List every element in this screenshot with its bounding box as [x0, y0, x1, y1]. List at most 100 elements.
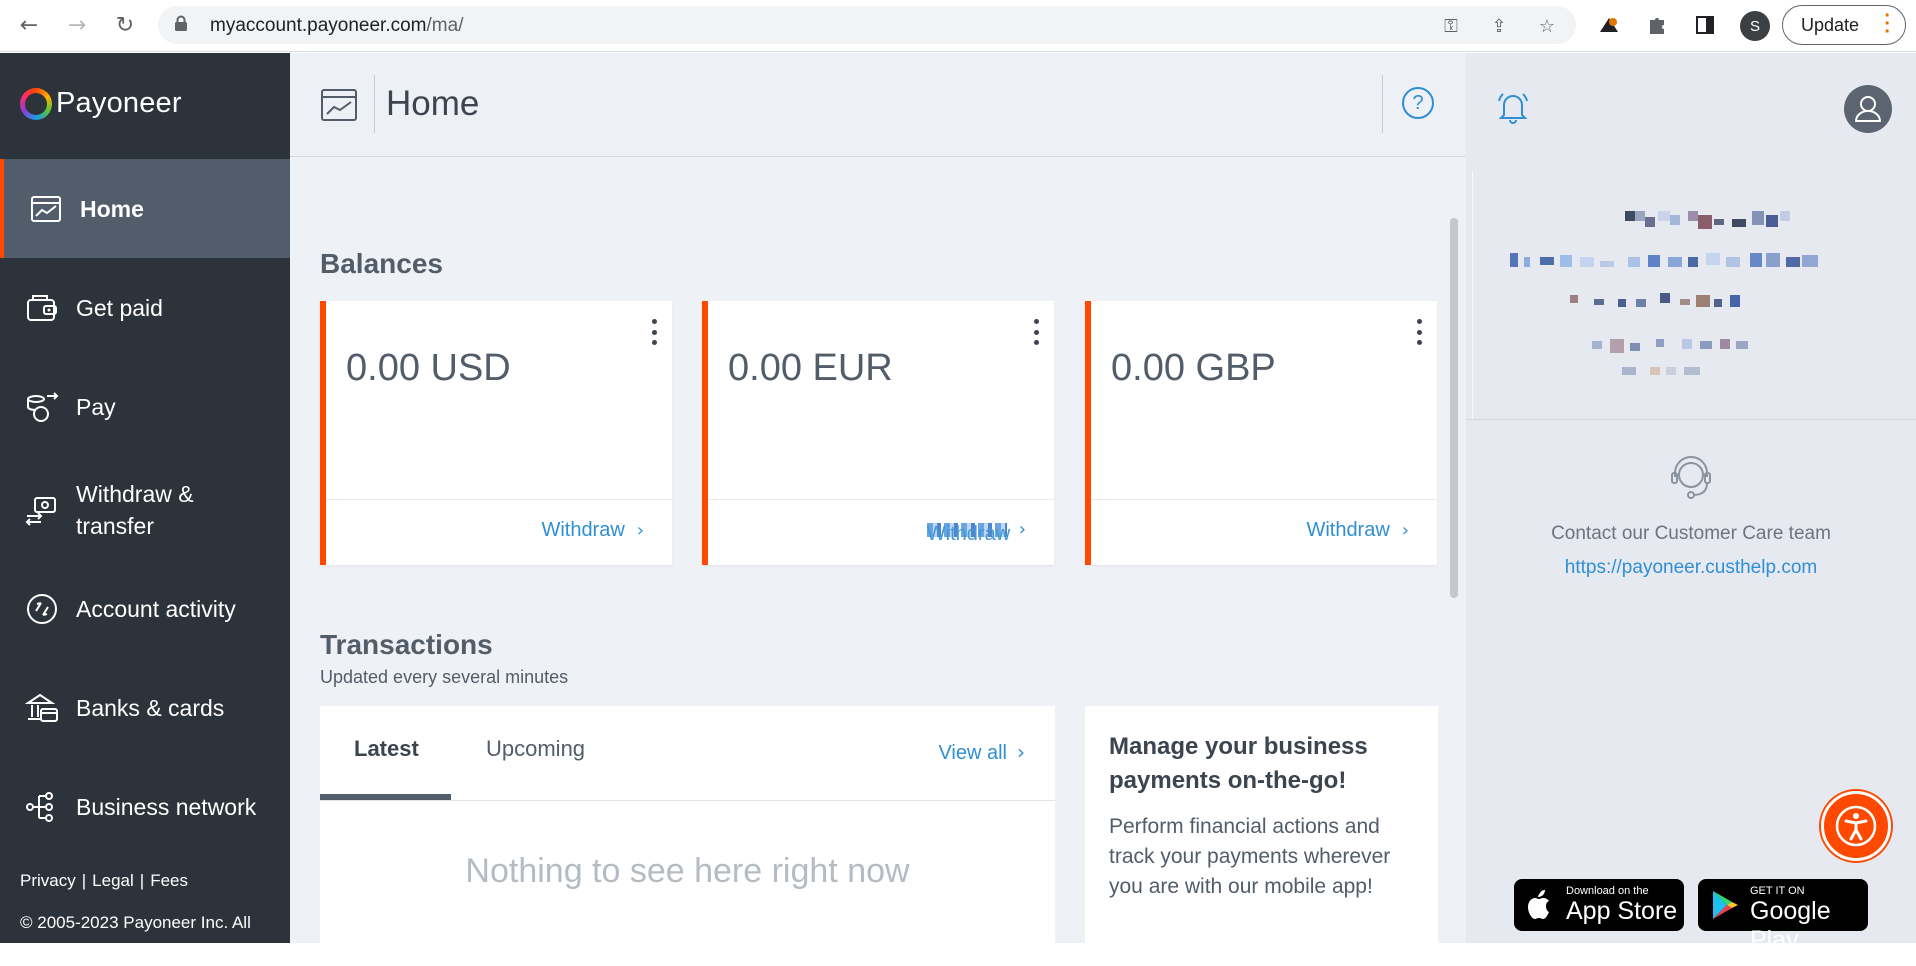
footer-separator: |	[139, 871, 145, 890]
back-icon[interactable]: ←	[14, 10, 44, 40]
help-icon[interactable]: ?	[1402, 87, 1434, 119]
brand-name: Payoneer	[56, 87, 182, 119]
sidebar-item-label: Home	[80, 195, 144, 222]
tab-upcoming[interactable]: Upcoming	[486, 736, 585, 762]
withdraw-link[interactable]: Withdraw ›	[541, 519, 644, 542]
transactions-subtitle: Updated every several minutes	[320, 667, 569, 687]
chevron-right-icon: ›	[1017, 740, 1025, 764]
puzzle-icon[interactable]	[1644, 12, 1670, 38]
main-content: Home ? Balances 0.00 USD Withdraw › 0.00 …	[290, 53, 1466, 966]
url-text: myaccount.payoneer.com/ma/	[210, 15, 463, 37]
promo-title: Manage your business payments on-the-go!	[1109, 733, 1368, 794]
footer-separator: |	[81, 871, 87, 890]
privacy-link[interactable]: Privacy	[20, 871, 76, 890]
empty-state-text: Nothing to see here right now	[465, 852, 910, 890]
notification-bell-icon[interactable]	[1496, 89, 1530, 125]
sidebar-item-label: Business network	[76, 793, 257, 820]
withdraw-link[interactable]: Withdraw ›	[1306, 519, 1409, 542]
footer-links: Privacy | Legal | Fees	[20, 871, 188, 891]
google-play-icon	[1713, 891, 1738, 919]
tab-latest[interactable]: Latest	[354, 736, 419, 762]
withdraw-label: Withdraw	[541, 519, 625, 541]
balance-card-gbp[interactable]: 0.00 GBP Withdraw ›	[1085, 301, 1437, 565]
right-panel: Contact our Customer Care team https://p…	[1466, 53, 1916, 954]
address-bar[interactable]: myaccount.payoneer.com/ma/ ⚿ ⇪ ☆	[158, 6, 1576, 44]
sidebar: Payoneer Home Get paid Pay Withdraw & tr…	[0, 53, 290, 960]
account-info-obscured	[1510, 211, 1818, 375]
balances-title: Balances	[320, 248, 443, 279]
sidebar-item-label: Get paid	[76, 294, 163, 321]
balance-amount: 0.00 EUR	[728, 347, 893, 389]
bank-card-icon	[25, 693, 58, 722]
mobile-app-promo: Manage your business payments on-the-go!…	[1085, 706, 1438, 966]
sidebar-item-pay[interactable]: Pay	[0, 357, 290, 456]
panel-divider	[1466, 419, 1916, 420]
card-divider	[1091, 499, 1437, 500]
home-chart-icon	[321, 89, 357, 121]
accessibility-button[interactable]	[1821, 791, 1891, 861]
transactions-title: Transactions	[320, 629, 493, 660]
browser-toolbar: ← → ↻ myaccount.payoneer.com/ma/ ⚿ ⇪ ☆ S…	[0, 0, 1916, 52]
share-icon[interactable]: ⇪	[1488, 15, 1510, 37]
withdraw-label: Withdraw	[1306, 519, 1390, 541]
sidebar-item-label: Banks & cards	[76, 694, 225, 721]
google-play-small-text: GET IT ON	[1750, 885, 1805, 897]
view-all-label: View all	[938, 742, 1007, 764]
apple-icon	[1528, 890, 1549, 919]
sidebar-item-get-paid[interactable]: Get paid	[0, 258, 290, 357]
sidebar-item-banks-cards[interactable]: Banks & cards	[0, 658, 290, 757]
sidebar-item-business-network[interactable]: Business network	[0, 757, 290, 856]
balance-card-usd[interactable]: 0.00 USD Withdraw ›	[320, 301, 672, 565]
sidebar-item-label: Withdraw &	[76, 481, 194, 507]
forward-icon[interactable]: →	[62, 10, 92, 40]
google-play-button[interactable]: GET IT ON Google Play	[1698, 879, 1868, 954]
sidebar-item-label: Pay	[76, 393, 116, 420]
more-options-icon[interactable]	[652, 319, 658, 345]
balance-amount: 0.00 USD	[346, 347, 511, 389]
extension-icon[interactable]	[1596, 12, 1622, 38]
sidebar-item-home[interactable]: Home	[0, 159, 290, 258]
dashboard-content: Balances 0.00 USD Withdraw › 0.00 EUR Wit…	[290, 158, 1466, 966]
accessibility-icon	[1835, 805, 1877, 847]
promo-body: Perform financial actions and track your…	[1109, 815, 1391, 898]
customer-care-icon	[1671, 456, 1711, 499]
withdraw-link[interactable]: Withdraw ›	[926, 519, 1026, 545]
activity-icon	[27, 593, 57, 624]
chevron-right-icon: ›	[1401, 520, 1409, 541]
header-divider	[1382, 75, 1383, 133]
update-button[interactable]: Update · · ·	[1782, 5, 1906, 45]
user-avatar[interactable]	[1844, 85, 1892, 133]
network-icon	[26, 791, 53, 822]
profile-avatar[interactable]: S	[1740, 11, 1770, 41]
balance-amount: 0.00 GBP	[1111, 347, 1276, 389]
card-divider	[708, 499, 1054, 500]
more-vert-icon: · · ·	[1884, 5, 1891, 43]
chart-icon	[31, 195, 61, 222]
more-options-icon[interactable]	[1034, 319, 1040, 345]
legal-link[interactable]: Legal	[92, 871, 134, 890]
panel-highlight	[1472, 171, 1473, 419]
url-path: /ma/	[426, 15, 464, 36]
lock-icon	[174, 15, 194, 35]
withdraw-label-obscured: Withdraw	[926, 522, 1011, 545]
star-icon[interactable]: ☆	[1536, 15, 1558, 37]
fees-link[interactable]: Fees	[150, 871, 188, 890]
user-icon	[1854, 96, 1882, 122]
key-icon[interactable]: ⚿	[1440, 15, 1462, 37]
google-play-big-text: Google Play	[1750, 897, 1831, 954]
customer-care-link[interactable]: https://payoneer.custhelp.com	[1466, 557, 1916, 579]
payoneer-logo[interactable]: Payoneer	[20, 87, 182, 120]
sidebar-item-withdraw-transfer[interactable]: Withdraw & transfer	[0, 456, 290, 561]
more-options-icon[interactable]	[1417, 319, 1423, 345]
side-panel-icon[interactable]	[1692, 12, 1718, 38]
app-store-button[interactable]: Download on the App Store	[1514, 879, 1684, 931]
reload-icon[interactable]: ↻	[110, 10, 140, 40]
view-all-link[interactable]: View all ›	[938, 740, 1025, 765]
sidebar-item-account-activity[interactable]: Account activity	[0, 559, 290, 658]
wallet-icon	[27, 294, 57, 321]
transactions-card: Latest Upcoming View all › Nothing to see…	[320, 706, 1055, 966]
chevron-right-icon: ›	[636, 520, 644, 541]
scrollbar[interactable]	[1450, 218, 1458, 598]
app-store-small-text: Download on the	[1566, 885, 1649, 897]
balance-card-eur[interactable]: 0.00 EUR Withdraw ›	[702, 301, 1054, 565]
